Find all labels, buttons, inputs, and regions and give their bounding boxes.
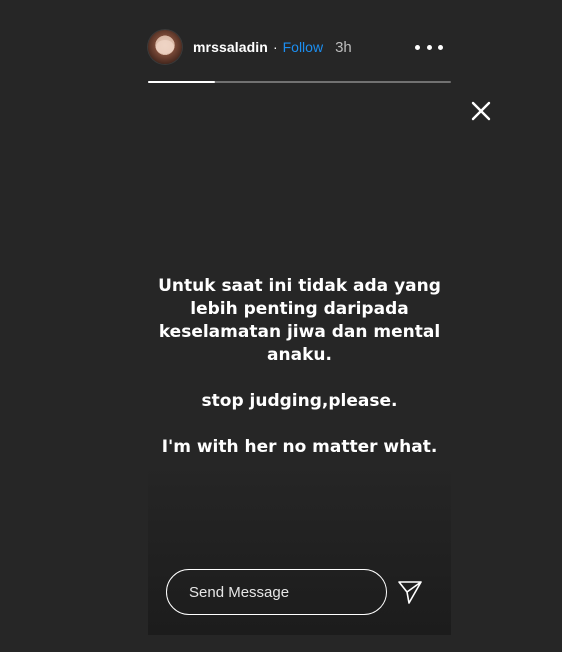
send-message-input[interactable] bbox=[166, 569, 387, 615]
close-icon[interactable] bbox=[469, 99, 493, 123]
more-horizontal-icon-dot bbox=[426, 44, 432, 50]
story-paragraph: I'm with her no matter what. bbox=[148, 436, 451, 459]
send-paper-plane-icon[interactable] bbox=[396, 578, 424, 606]
story-paragraph: Untuk saat ini tidak ada yang lebih pent… bbox=[148, 275, 451, 367]
avatar[interactable] bbox=[148, 30, 182, 64]
story-line: anaku. bbox=[267, 345, 332, 365]
story-line: lebih penting daripada bbox=[190, 299, 409, 319]
separator-dot: · bbox=[272, 39, 278, 55]
more-horizontal-icon-dot bbox=[438, 44, 443, 50]
story-paragraph: stop judging,please. bbox=[148, 390, 451, 413]
story-progress-fill bbox=[148, 81, 215, 83]
more-horizontal-icon bbox=[415, 44, 420, 50]
story-progress-bar bbox=[148, 81, 451, 83]
story-line: stop judging,please. bbox=[201, 391, 398, 411]
story-header: mrssaladin · Follow 3h bbox=[148, 29, 451, 65]
more-options-button[interactable] bbox=[415, 37, 443, 57]
story-line: keselamatan jiwa dan mental bbox=[158, 322, 441, 342]
post-time: 3h bbox=[335, 38, 352, 56]
username[interactable]: mrssaladin bbox=[193, 39, 268, 55]
follow-button[interactable]: Follow bbox=[283, 39, 323, 55]
story-text: Untuk saat ini tidak ada yang lebih pent… bbox=[148, 275, 451, 482]
story-line: I'm with her no matter what. bbox=[161, 437, 438, 457]
story-line: Untuk saat ini tidak ada yang bbox=[158, 276, 441, 296]
